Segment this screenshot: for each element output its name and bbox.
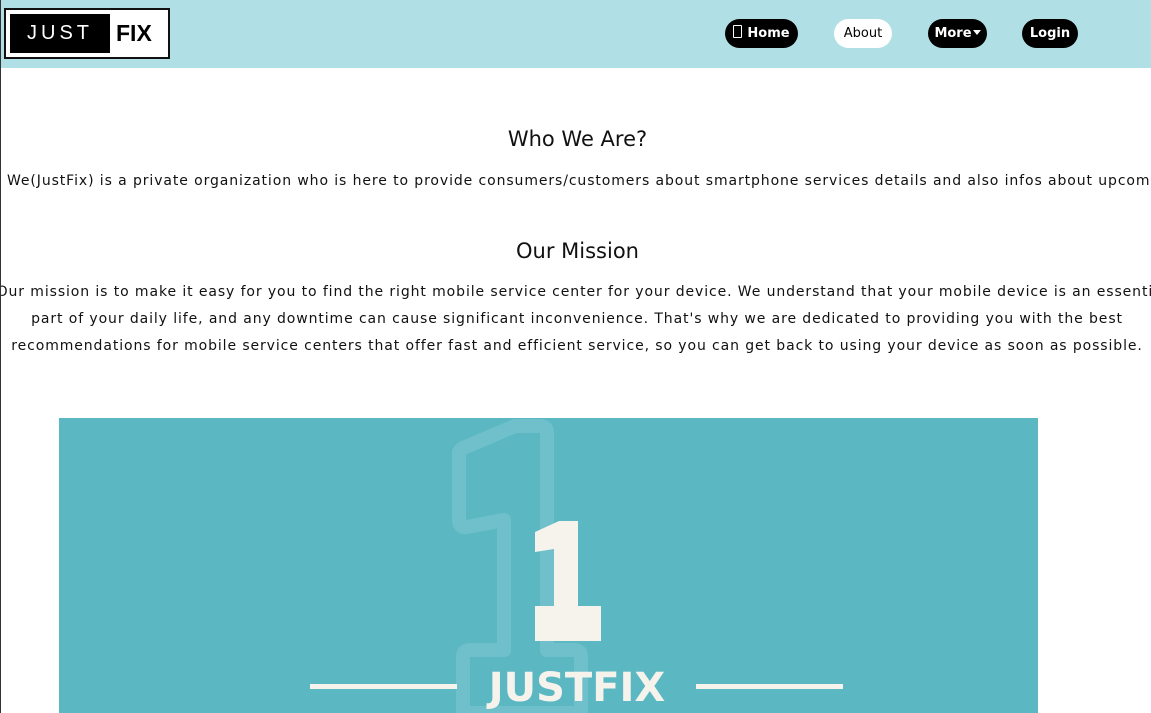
nav-home-button[interactable]: Home: [725, 19, 798, 48]
nav-home-label: Home: [747, 26, 790, 41]
mission-text-line: Our mission is to make it easy for you t…: [0, 284, 1151, 300]
caret-down-icon: [972, 30, 981, 35]
site-header: JUST FIX Home About More Login: [0, 0, 1151, 68]
logo-just: JUST: [10, 14, 110, 53]
logo-fix: FIX: [116, 20, 152, 46]
nav-about-button[interactable]: About: [834, 19, 892, 48]
who-we-are-heading: Who We Are?: [507, 127, 648, 151]
nav-login-button[interactable]: Login: [1022, 19, 1078, 48]
page-border: [0, 0, 1, 713]
site-logo[interactable]: JUST FIX: [4, 8, 170, 59]
mission-text-line: part of your daily life, and any downtim…: [31, 311, 1123, 327]
nav-more-label: More: [934, 26, 972, 41]
banner-logo-text: JUSTFIX: [486, 665, 666, 711]
justfix-banner-image: JUSTFIX: [59, 418, 1038, 713]
our-mission-heading: Our Mission: [516, 239, 639, 263]
mission-text-line: recommendations for mobile service cente…: [11, 338, 1143, 354]
mobile-phone-icon: [733, 25, 743, 38]
nav-more-dropdown[interactable]: More: [928, 19, 987, 48]
who-we-are-text: We(JustFix) is a private organization wh…: [7, 173, 1151, 189]
nav-login-label: Login: [1029, 26, 1071, 41]
nav-about-label: About: [843, 26, 883, 41]
justfix-logo-graphic: JUSTFIX: [310, 419, 843, 713]
